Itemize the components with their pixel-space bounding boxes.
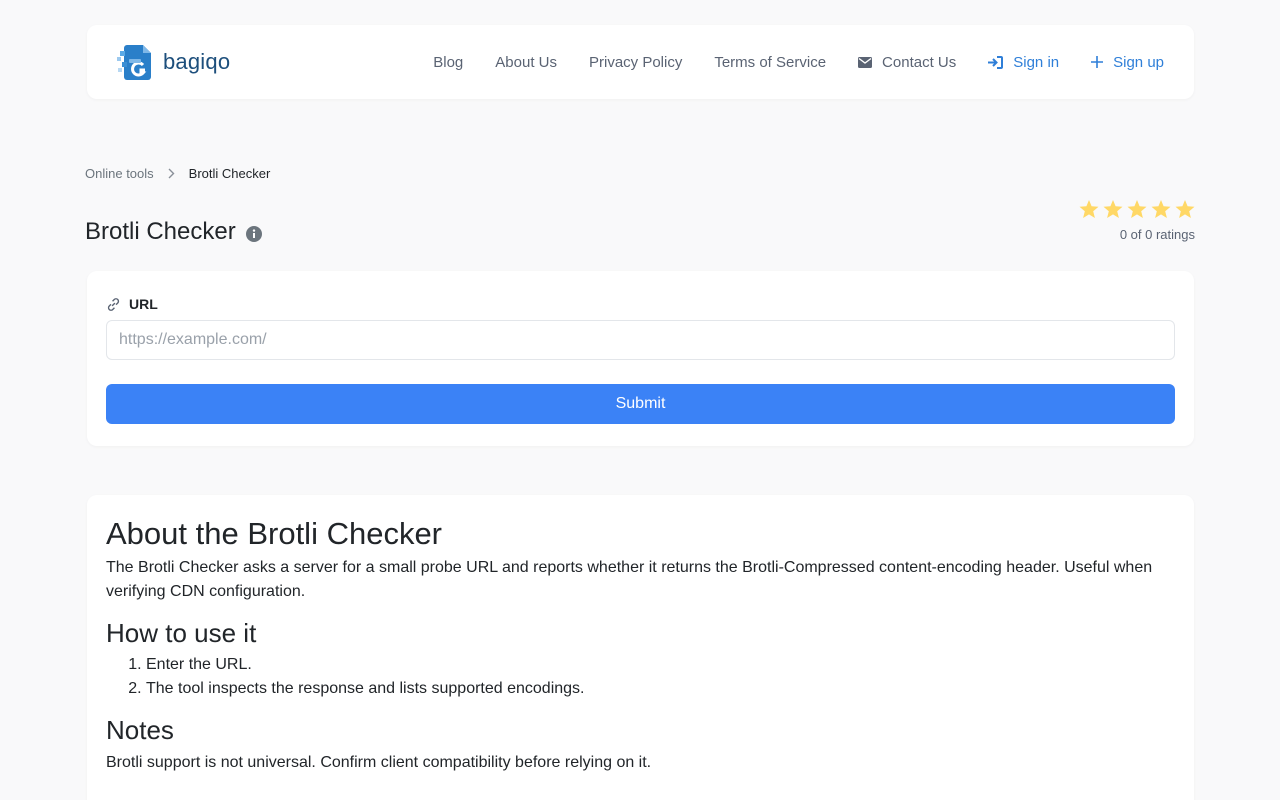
url-input[interactable] (106, 320, 1175, 360)
list-item: The tool inspects the response and lists… (146, 677, 1175, 701)
star-icon[interactable] (1103, 200, 1123, 219)
submit-button[interactable]: Submit (106, 384, 1175, 424)
star-icon[interactable] (1175, 200, 1195, 219)
notes-heading: Notes (106, 715, 174, 746)
rating-count: 0 of 0 ratings (1119, 227, 1195, 242)
nav-terms[interactable]: Terms of Service (714, 54, 826, 71)
envelope-icon (858, 56, 873, 68)
page-header: Brotli Checker (85, 218, 262, 246)
nav-links: Blog About Us Privacy Policy Terms of Se… (433, 54, 1164, 71)
tool-form-card: URL Submit (87, 271, 1194, 446)
nav-contact-label: Contact Us (882, 53, 957, 71)
nav-signup[interactable]: Sign up (1091, 54, 1164, 71)
nav-signup-label: Sign up (1113, 53, 1164, 71)
plus-icon (1091, 56, 1104, 68)
sign-in-icon (988, 55, 1004, 69)
star-icon[interactable] (1079, 200, 1099, 219)
star-rating[interactable] (1079, 200, 1195, 219)
nav-blog[interactable]: Blog (433, 54, 463, 71)
url-label-text: URL (129, 296, 158, 312)
about-heading: About the Brotli Checker (106, 516, 443, 551)
notes-text: Brotli support is not universal. Confirm… (106, 753, 652, 771)
nav-signin-label: Sign in (1013, 53, 1060, 71)
url-field-label: URL (106, 296, 1175, 312)
brand-link[interactable]: bagiqo (117, 41, 230, 83)
howto-steps: Enter the URL. The tool inspects the res… (106, 653, 1175, 701)
breadcrumb-current: Brotli Checker (188, 166, 271, 181)
howto-heading: How to use it (106, 618, 257, 649)
chevron-right-icon (168, 168, 175, 179)
breadcrumb: Online tools Brotli Checker (85, 166, 270, 181)
breadcrumb-online-tools[interactable]: Online tools (85, 166, 154, 181)
page-title: Brotli Checker (85, 218, 236, 245)
nav-about[interactable]: About Us (495, 54, 557, 71)
list-item: Enter the URL. (146, 653, 1175, 677)
brand-name: bagiqo (163, 49, 231, 74)
bagiqo-logo-icon (117, 41, 159, 83)
rating-widget: 0 of 0 ratings (1079, 200, 1195, 242)
about-description: The Brotli Checker asks a server for a s… (106, 559, 1153, 601)
star-icon[interactable] (1127, 200, 1147, 219)
top-navbar: bagiqo Blog About Us Privacy Policy Term… (87, 25, 1194, 99)
nav-signin[interactable]: Sign in (988, 54, 1059, 71)
link-icon (107, 297, 120, 311)
nav-privacy[interactable]: Privacy Policy (589, 54, 682, 71)
star-icon[interactable] (1151, 200, 1171, 219)
nav-contact[interactable]: Contact Us (858, 54, 956, 71)
info-icon[interactable] (245, 226, 262, 242)
about-section: About the Brotli Checker The Brotli Chec… (87, 495, 1194, 800)
